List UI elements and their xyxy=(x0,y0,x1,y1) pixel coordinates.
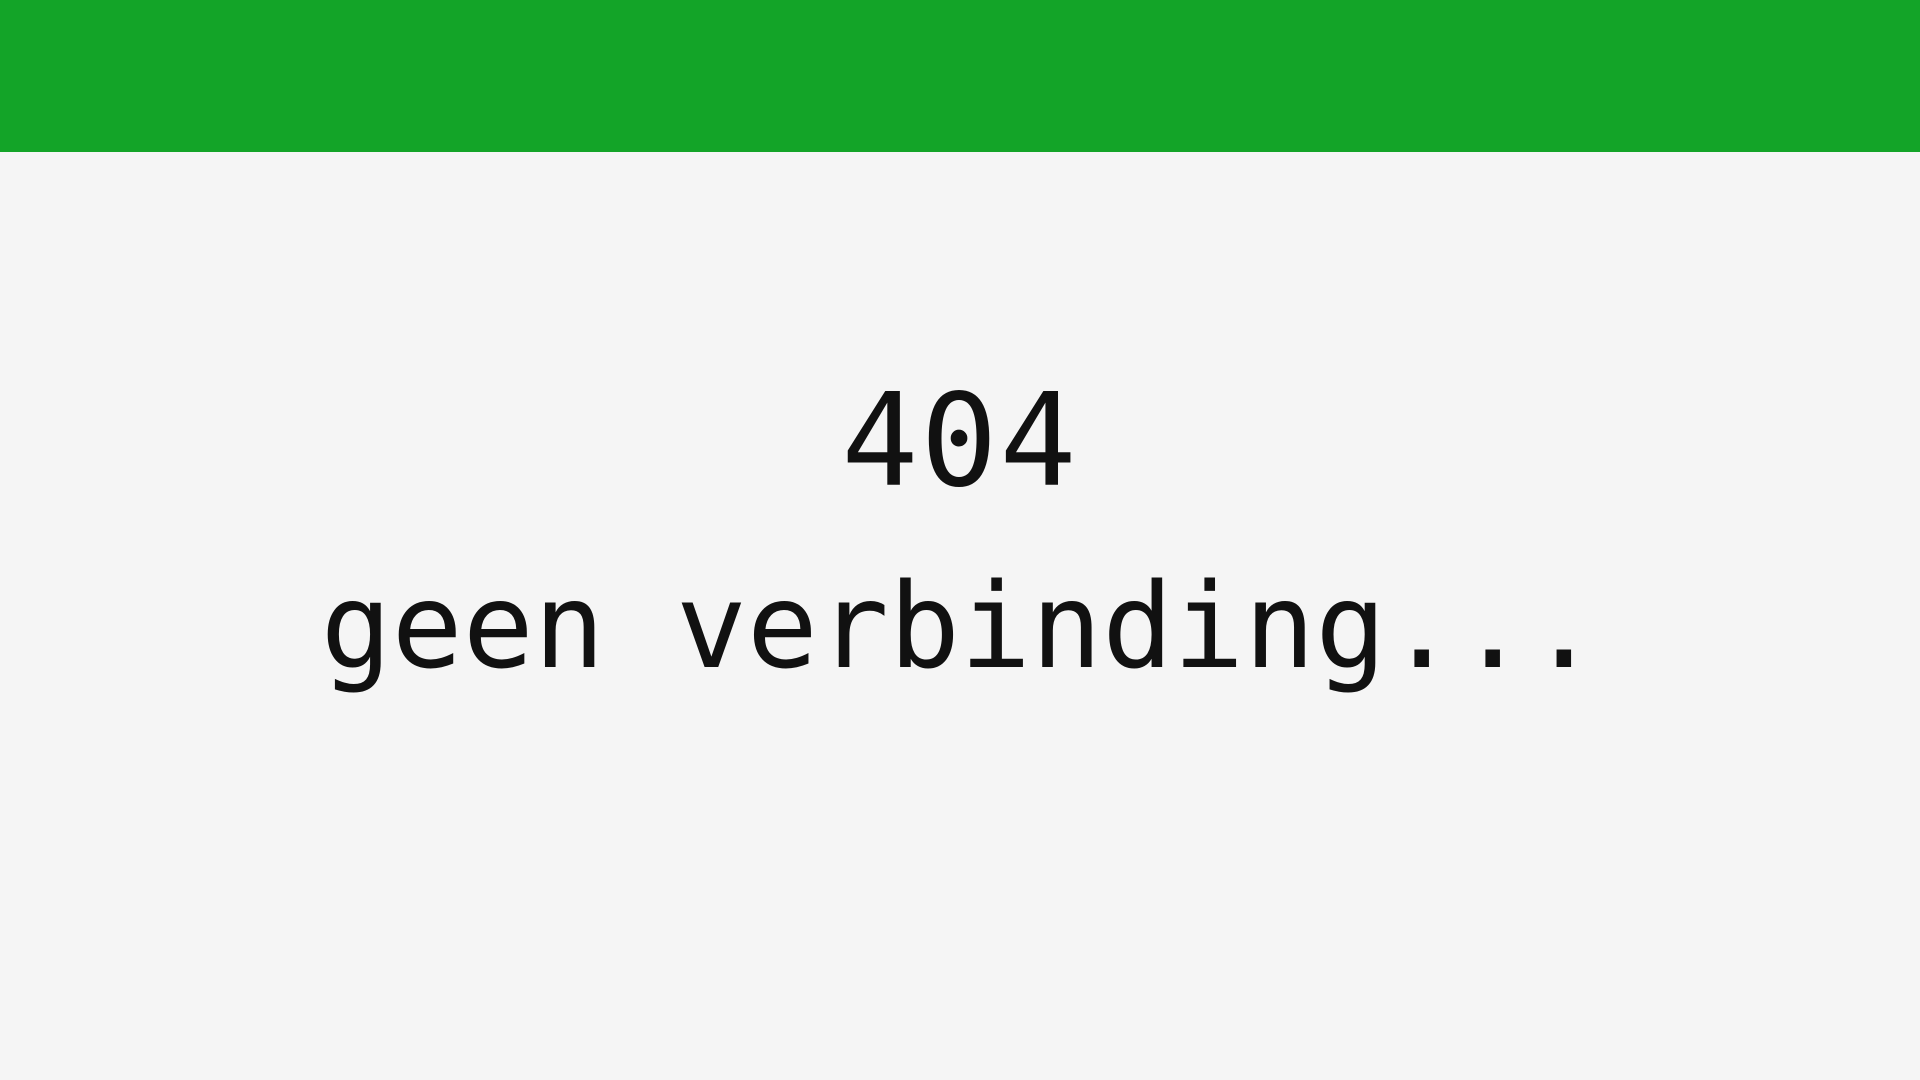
error-code: 404 xyxy=(841,367,1079,516)
header-bar xyxy=(0,0,1920,152)
error-message: geen verbinding... xyxy=(320,557,1600,695)
